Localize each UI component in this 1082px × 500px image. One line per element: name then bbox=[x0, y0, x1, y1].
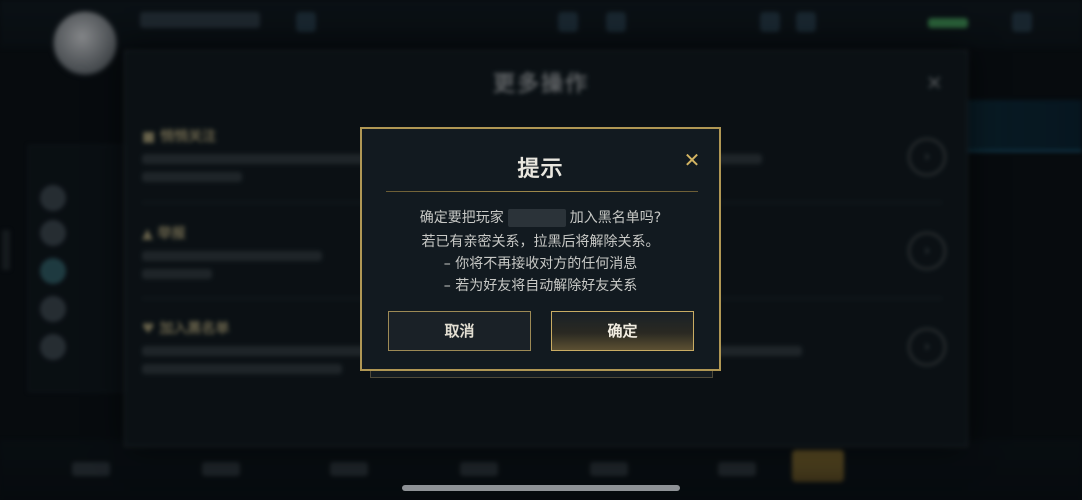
close-icon[interactable]: ✕ bbox=[681, 149, 703, 171]
dialog-message-line: 确定要把玩家 加入黑名单吗? bbox=[362, 207, 719, 227]
dialog-bullet-line: – 你将不再接收对方的任何消息 bbox=[443, 256, 638, 272]
confirm-dialog: 提示 ✕ 确定要把玩家 加入黑名单吗? 若已有亲密关系，拉黑后将解除关系。 – 你… bbox=[360, 127, 721, 371]
masked-player-name bbox=[507, 209, 566, 227]
dialog-message-line: 若已有亲密关系，拉黑后将解除关系。 bbox=[421, 234, 660, 250]
dialog-bullet-line: – 若为好友将自动解除好友关系 bbox=[443, 278, 638, 294]
divider bbox=[386, 191, 698, 192]
home-indicator[interactable] bbox=[402, 485, 680, 491]
confirm-button[interactable]: 确定 bbox=[551, 311, 694, 351]
dialog-message-prefix: 确定要把玩家 bbox=[419, 210, 504, 226]
dialog-title: 提示 bbox=[517, 157, 564, 182]
dialog-message-suffix: 加入黑名单吗? bbox=[569, 210, 662, 226]
cancel-button[interactable]: 取消 bbox=[388, 311, 531, 351]
